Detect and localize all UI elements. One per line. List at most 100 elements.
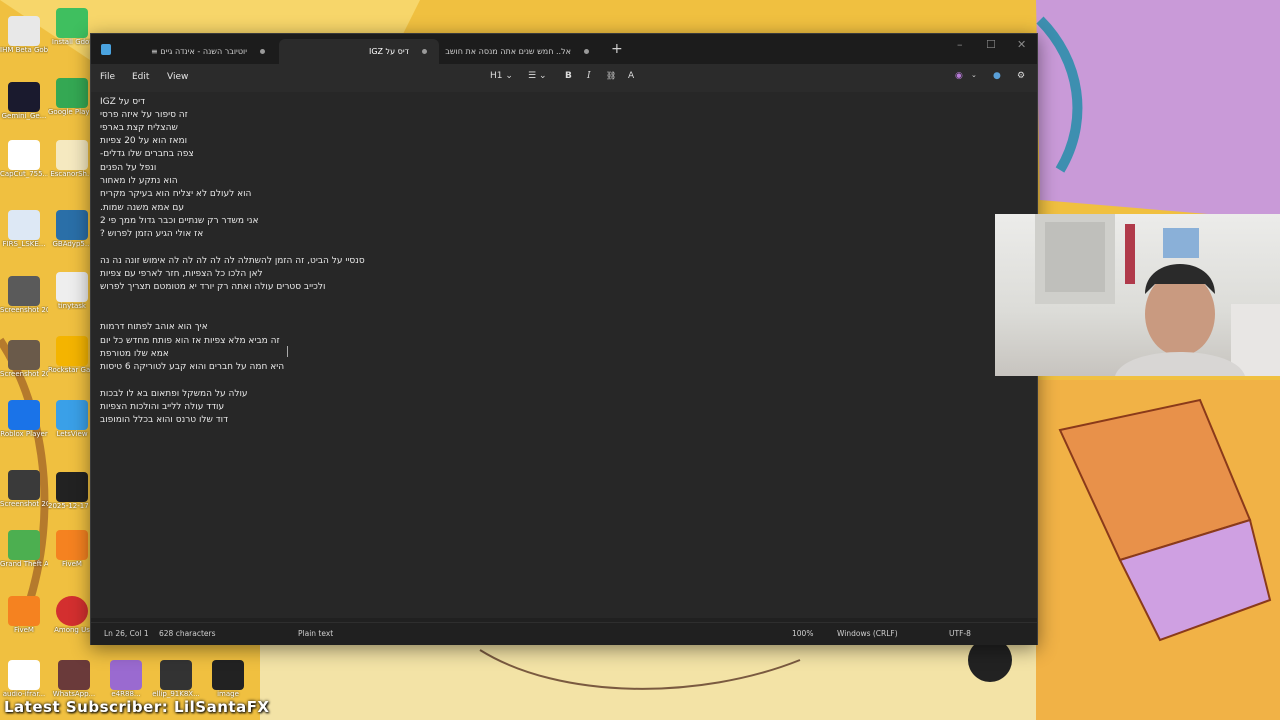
desktop-icon[interactable]: ellip_91K8X...	[152, 660, 200, 698]
desktop-icon[interactable]: CapCut_755...	[0, 140, 48, 178]
zoom-level[interactable]: 100%	[792, 629, 813, 638]
notepad-window: יוטיובר השנה - אינדה גיים ≡ דיס על IGZ א…	[90, 33, 1038, 645]
desktop-icon[interactable]: LetsView	[50, 400, 94, 438]
desktop-icon[interactable]: Grand Theft Auto V	[0, 530, 48, 568]
italic-button[interactable]: I	[587, 71, 591, 81]
unsaved-dot-icon	[260, 49, 265, 54]
maximize-button[interactable]: ☐	[986, 38, 996, 51]
desktop-icon[interactable]: Rockstar Games L...	[48, 336, 96, 374]
desktop-icon[interactable]: FIRS_LSKE...	[2, 210, 46, 248]
chevron-down-icon: ⌄	[505, 71, 513, 81]
encoding[interactable]: UTF-8	[949, 629, 971, 638]
text-line: אז אולי הגיע הזמן לפרוש ?	[100, 229, 204, 239]
bold-button[interactable]: B	[565, 71, 572, 81]
desktop-icon[interactable]: tinytask	[50, 272, 94, 310]
app-icon	[56, 272, 88, 302]
notepad-app-icon	[101, 44, 111, 55]
file-icon	[56, 210, 88, 240]
text-line: היא חמה על חברים והוא קבע לטוריקה 6 טיסו…	[100, 362, 285, 372]
chevron-down-icon[interactable]: ⌄	[971, 71, 977, 79]
title-bar: יוטיובר השנה - אינדה גיים ≡ דיס על IGZ א…	[91, 34, 1037, 64]
text-line: איך הוא אוהב לפתוח דרמות	[100, 322, 208, 332]
desktop-icon[interactable]: Among Us	[50, 596, 94, 634]
text-line: ומאז הוא על 20 צפיות	[100, 136, 188, 146]
desktop-icon[interactable]: audio-ifrar...	[2, 660, 46, 698]
character-count: 628 characters	[159, 629, 216, 638]
text-format[interactable]: Plain text	[298, 629, 333, 638]
unsaved-dot-icon	[584, 49, 589, 54]
desktop-icon[interactable]: FiveM	[50, 530, 94, 568]
desktop-bottom-icons: audio-ifrar... WhatsApp... e4R88... elli…	[0, 652, 280, 702]
desktop-icon[interactable]: WhatsApp...	[52, 660, 96, 698]
rockstar-icon	[56, 336, 88, 366]
desktop-icon[interactable]: Screenshot 2025-11...	[0, 470, 48, 508]
text-line: עולה על המשקל ופתאום בא לו לבכות	[100, 389, 248, 399]
desktop-icon[interactable]: Roblox Player	[0, 400, 48, 438]
desktop-icon[interactable]: GBAdyp5...	[50, 210, 94, 248]
desktop-icon[interactable]: Install Gdot	[50, 8, 94, 46]
gear-icon[interactable]: ⚙	[1017, 71, 1025, 81]
menu-file[interactable]: File	[100, 72, 115, 82]
play-games-icon	[56, 78, 88, 108]
image-icon	[8, 276, 40, 306]
desktop-icon[interactable]: 2025-12-17 20-1...	[48, 472, 96, 510]
text-line: לאן הלכו כל הצפיות, חזר לארפי עם צפיות	[100, 269, 263, 279]
gamepad-icon	[56, 8, 88, 38]
image-icon	[110, 660, 142, 690]
text-line: זה סיפור על איזה פרסי	[100, 110, 188, 120]
latest-subscriber-banner: Latest Subscriber: LilSantaFX	[4, 698, 270, 716]
text-line: ונפל על הפנים	[100, 163, 157, 173]
text-line: צפה בחברים שלו גדלים-	[100, 149, 194, 159]
close-button[interactable]: ✕	[1017, 38, 1026, 51]
text-line: אני משדר רק שנתיים וכבר גדול ממך פי 2	[100, 216, 259, 226]
image-icon	[212, 660, 244, 690]
menu-bar: File Edit View H1 ⌄ ☰ ⌄ B I ⛓ A ◉ ⌄ ● ⚙	[91, 64, 1037, 92]
text-editor[interactable]: דיס על IGZ זה סיפור על איזה פרסי שהצליח …	[91, 92, 1037, 618]
tab-3[interactable]: אל.. חמש שנים אתה מנסה את חושב	[441, 39, 601, 64]
line-ending[interactable]: Windows (CRLF)	[837, 629, 898, 638]
heading-dropdown[interactable]: H1 ⌄	[490, 71, 513, 81]
account-avatar[interactable]: ●	[993, 71, 1001, 81]
desktop-icon[interactable]: e4R88...	[104, 660, 148, 698]
letsview-icon	[56, 400, 88, 430]
desktop-icon[interactable]: Gemini_Ge...	[2, 82, 46, 120]
capcut-icon	[8, 140, 40, 170]
tab-2-active[interactable]: דיס על IGZ	[279, 39, 439, 64]
clear-formatting-button[interactable]: A	[628, 71, 634, 81]
among-us-icon	[56, 596, 88, 626]
desktop-icon[interactable]: IHM Beta Gobblers...	[0, 16, 48, 54]
unsaved-dot-icon	[422, 49, 427, 54]
text-line: דיס על IGZ	[100, 97, 146, 107]
new-tab-button[interactable]: +	[611, 41, 623, 57]
desktop-icon[interactable]: Google Play Games	[48, 78, 96, 116]
cursor-position: Ln 26, Col 1	[104, 629, 149, 638]
text-line: אמא שלו מטורפת	[100, 349, 169, 359]
menu-view[interactable]: View	[167, 72, 188, 82]
app-icon	[8, 82, 40, 112]
text-line: זה מביא מלא צפיות אז הוא פותח מחדש כל יו…	[100, 336, 280, 346]
webcam-overlay	[995, 214, 1280, 376]
video-icon	[56, 472, 88, 502]
desktop-icon[interactable]: Screenshot 2025-10...	[0, 276, 48, 314]
webcam-feed	[1035, 214, 1280, 376]
file-icon	[8, 660, 40, 690]
text-line: עודד עולה ללייב והולכות הצפיות	[100, 402, 225, 412]
link-icon[interactable]: ⛓	[606, 71, 616, 80]
file-icon	[8, 210, 40, 240]
list-icon: ☰	[528, 71, 537, 81]
desktop-icon[interactable]: EscanorSh...	[50, 140, 94, 178]
text-line: דוד שלו טרנס והוא בכלל הומופוב	[100, 415, 229, 425]
image-icon	[8, 470, 40, 500]
list-dropdown[interactable]: ☰ ⌄	[528, 71, 547, 81]
desktop-icon[interactable]: FiveM	[2, 596, 46, 634]
gta-icon	[8, 530, 40, 560]
minimize-button[interactable]: –	[957, 38, 963, 51]
text-line: עם אמא משנה שמות.	[100, 203, 185, 213]
tab-1[interactable]: יוטיובר השנה - אינדה גיים ≡	[117, 39, 277, 64]
desktop-icon[interactable]: image	[206, 660, 250, 698]
copilot-icon[interactable]: ◉	[955, 71, 963, 81]
menu-edit[interactable]: Edit	[132, 72, 149, 82]
app-icon	[56, 140, 88, 170]
text-line: ולכייב סטרים עולה ואתה רק יורד יא מטומטם…	[100, 282, 326, 292]
desktop-icon[interactable]: Screenshot 2025-10...	[0, 340, 48, 378]
